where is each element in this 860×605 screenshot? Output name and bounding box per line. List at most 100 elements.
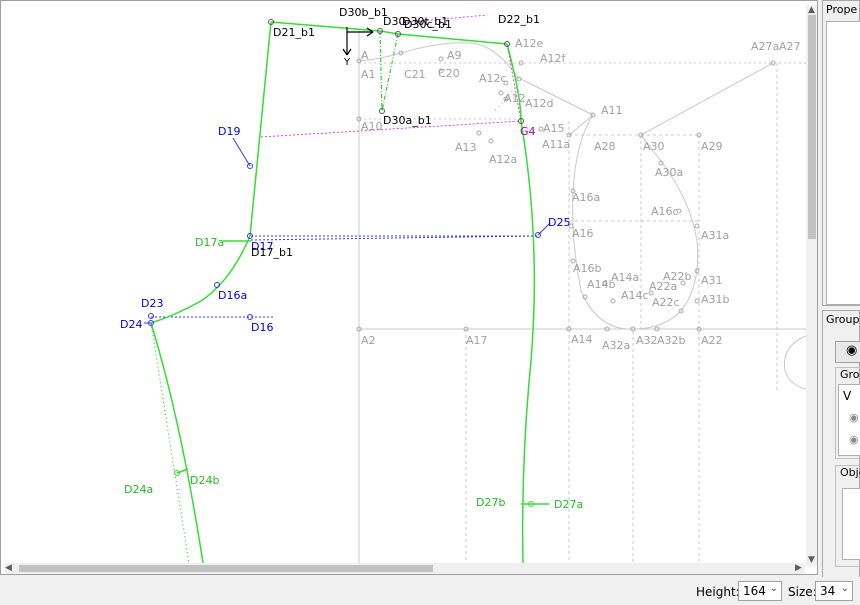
label-a11a: A11a <box>542 138 570 151</box>
height-select[interactable]: 164 ⌄ <box>738 581 782 601</box>
point-d23[interactable] <box>148 313 154 319</box>
dart-lines <box>150 30 399 564</box>
groups-sub-title: Grou <box>840 368 860 381</box>
label-a32b: A32b <box>657 334 686 347</box>
drawing-canvas[interactable]: A A1 A9 C21 C20 A12e A12f A12c A12 A12d … <box>0 0 818 575</box>
chevron-down-icon: ⌄ <box>840 583 849 594</box>
label-a30a: A30a <box>655 166 683 179</box>
size-select[interactable]: 34 ⌄ <box>815 581 853 601</box>
label-a31b: A31b <box>701 293 730 306</box>
label-a16a: A16a <box>572 191 600 204</box>
label-d19: D19 <box>218 125 240 138</box>
label-d23: D23 <box>141 297 163 310</box>
label-a29: A29 <box>701 140 723 153</box>
label-a14: A14 <box>571 333 593 346</box>
label-d24b: D24b <box>190 474 219 487</box>
size-value: 34 <box>820 584 836 598</box>
label-a12c: A12c <box>479 72 507 85</box>
status-bar: Height: 164 ⌄ Size: 34 ⌄ <box>0 577 860 605</box>
label-a10: A10 <box>361 120 383 133</box>
label-a9: A9 <box>447 49 462 62</box>
vertical-scroll-thumb[interactable] <box>808 15 816 239</box>
pattern-point-labels: D21_b1 D30b_b1 D30 D30t_b1 D30c_b1 D22_b… <box>120 6 583 511</box>
objects-title: Obje <box>840 466 860 479</box>
label-a14c: A14c <box>621 289 649 302</box>
groups-column-header: V <box>843 389 852 403</box>
label-c21: C21 <box>404 68 426 81</box>
label-d22b1: D22_b1 <box>498 13 540 26</box>
label-a16c: A16c <box>651 205 679 218</box>
label-a22a: A22a <box>649 280 677 293</box>
label-d16a: D16a <box>218 289 247 302</box>
eye-icon[interactable]: ◉ <box>849 433 859 446</box>
groups-panel: Group ◉ Grou V ◉ ◉ Obje <box>822 310 860 588</box>
label-a15: A15 <box>543 122 565 135</box>
label-a13: A13 <box>455 141 477 154</box>
label-a12d: A12d <box>525 97 554 110</box>
label-a17: A17 <box>466 334 488 347</box>
eye-icon: ◉ <box>846 343 858 358</box>
label-d27b: D27b <box>476 496 505 509</box>
label-a27: A27 <box>779 40 801 53</box>
objects-list[interactable] <box>842 488 860 560</box>
label-a16: A16 <box>572 227 594 240</box>
chevron-down-icon: ⌄ <box>769 583 778 594</box>
visibility-toggle-button[interactable]: ◉ <box>835 341 860 363</box>
pattern-points[interactable] <box>148 19 541 507</box>
base-points <box>356 50 776 332</box>
groups-list[interactable]: V ◉ ◉ <box>838 384 860 456</box>
label-d30bb1: D30b_b1 <box>339 6 388 19</box>
label-a22: A22 <box>701 334 723 347</box>
base-construction-lines <box>358 29 807 563</box>
label-d30ab1: D30a_b1 <box>383 114 432 127</box>
objects-frame: Obje <box>835 465 860 567</box>
label-g4: G4 <box>520 125 536 138</box>
size-label: Size: <box>788 585 817 599</box>
label-a2: A2 <box>361 334 376 347</box>
height-value: 164 <box>743 584 766 598</box>
scroll-left-arrow-icon[interactable]: ◀ <box>5 563 12 573</box>
label-d25: D25 <box>548 216 570 229</box>
label-d17a: D17a <box>195 236 224 249</box>
label-c20: C20 <box>438 67 460 80</box>
label-a12f: A12f <box>540 52 567 65</box>
label-a16b: A16b <box>573 262 602 275</box>
label-a32a: A32a <box>602 339 630 352</box>
height-label: Height: <box>696 585 740 599</box>
label-a31: A31 <box>701 274 723 287</box>
scroll-down-arrow-icon[interactable]: ▼ <box>808 555 815 565</box>
properties-area[interactable] <box>826 21 860 305</box>
label-a12e: A12e <box>515 37 544 50</box>
label-d24: D24 <box>120 318 142 331</box>
label-a: A <box>361 49 369 62</box>
label-d16: D16 <box>251 321 273 334</box>
scroll-up-arrow-icon[interactable]: ▲ <box>808 5 815 15</box>
label-d21b1: D21_b1 <box>273 26 315 39</box>
label-a12: A12 <box>504 92 526 105</box>
label-a30: A30 <box>643 140 665 153</box>
horizontal-scrollbar[interactable]: ◀ ▶ <box>5 563 805 574</box>
label-a14b: A14b <box>587 278 616 291</box>
groups-title: Group <box>826 313 860 326</box>
groups-frame: Grou V ◉ ◉ <box>835 367 860 459</box>
scroll-right-arrow-icon[interactable]: ▶ <box>795 563 802 573</box>
label-d17b1: D17_b1 <box>251 246 293 259</box>
label-a22c: A22c <box>652 296 680 309</box>
label-d27a: D27a <box>554 498 583 511</box>
label-a28: A28 <box>594 140 616 153</box>
label-d30cb1: D30c_b1 <box>404 18 452 31</box>
label-a1: A1 <box>361 68 376 81</box>
label-a32: A32 <box>636 334 658 347</box>
eye-icon[interactable]: ◉ <box>849 411 859 424</box>
properties-title: Prope <box>826 3 858 16</box>
label-y-axis: Y <box>343 57 351 68</box>
label-a11: A11 <box>601 104 623 117</box>
label-a12a: A12a <box>489 153 517 166</box>
horizontal-scroll-thumb[interactable] <box>19 565 433 572</box>
properties-panel: Prope <box>822 0 860 306</box>
pattern-drawing[interactable]: A A1 A9 C21 C20 A12e A12f A12c A12 A12d … <box>1 1 818 575</box>
label-a27a: A27a <box>751 40 779 53</box>
label-d24a: D24a <box>124 483 153 496</box>
vertical-scrollbar[interactable]: ▲ ▼ <box>806 5 817 566</box>
label-a31a: A31a <box>701 229 729 242</box>
